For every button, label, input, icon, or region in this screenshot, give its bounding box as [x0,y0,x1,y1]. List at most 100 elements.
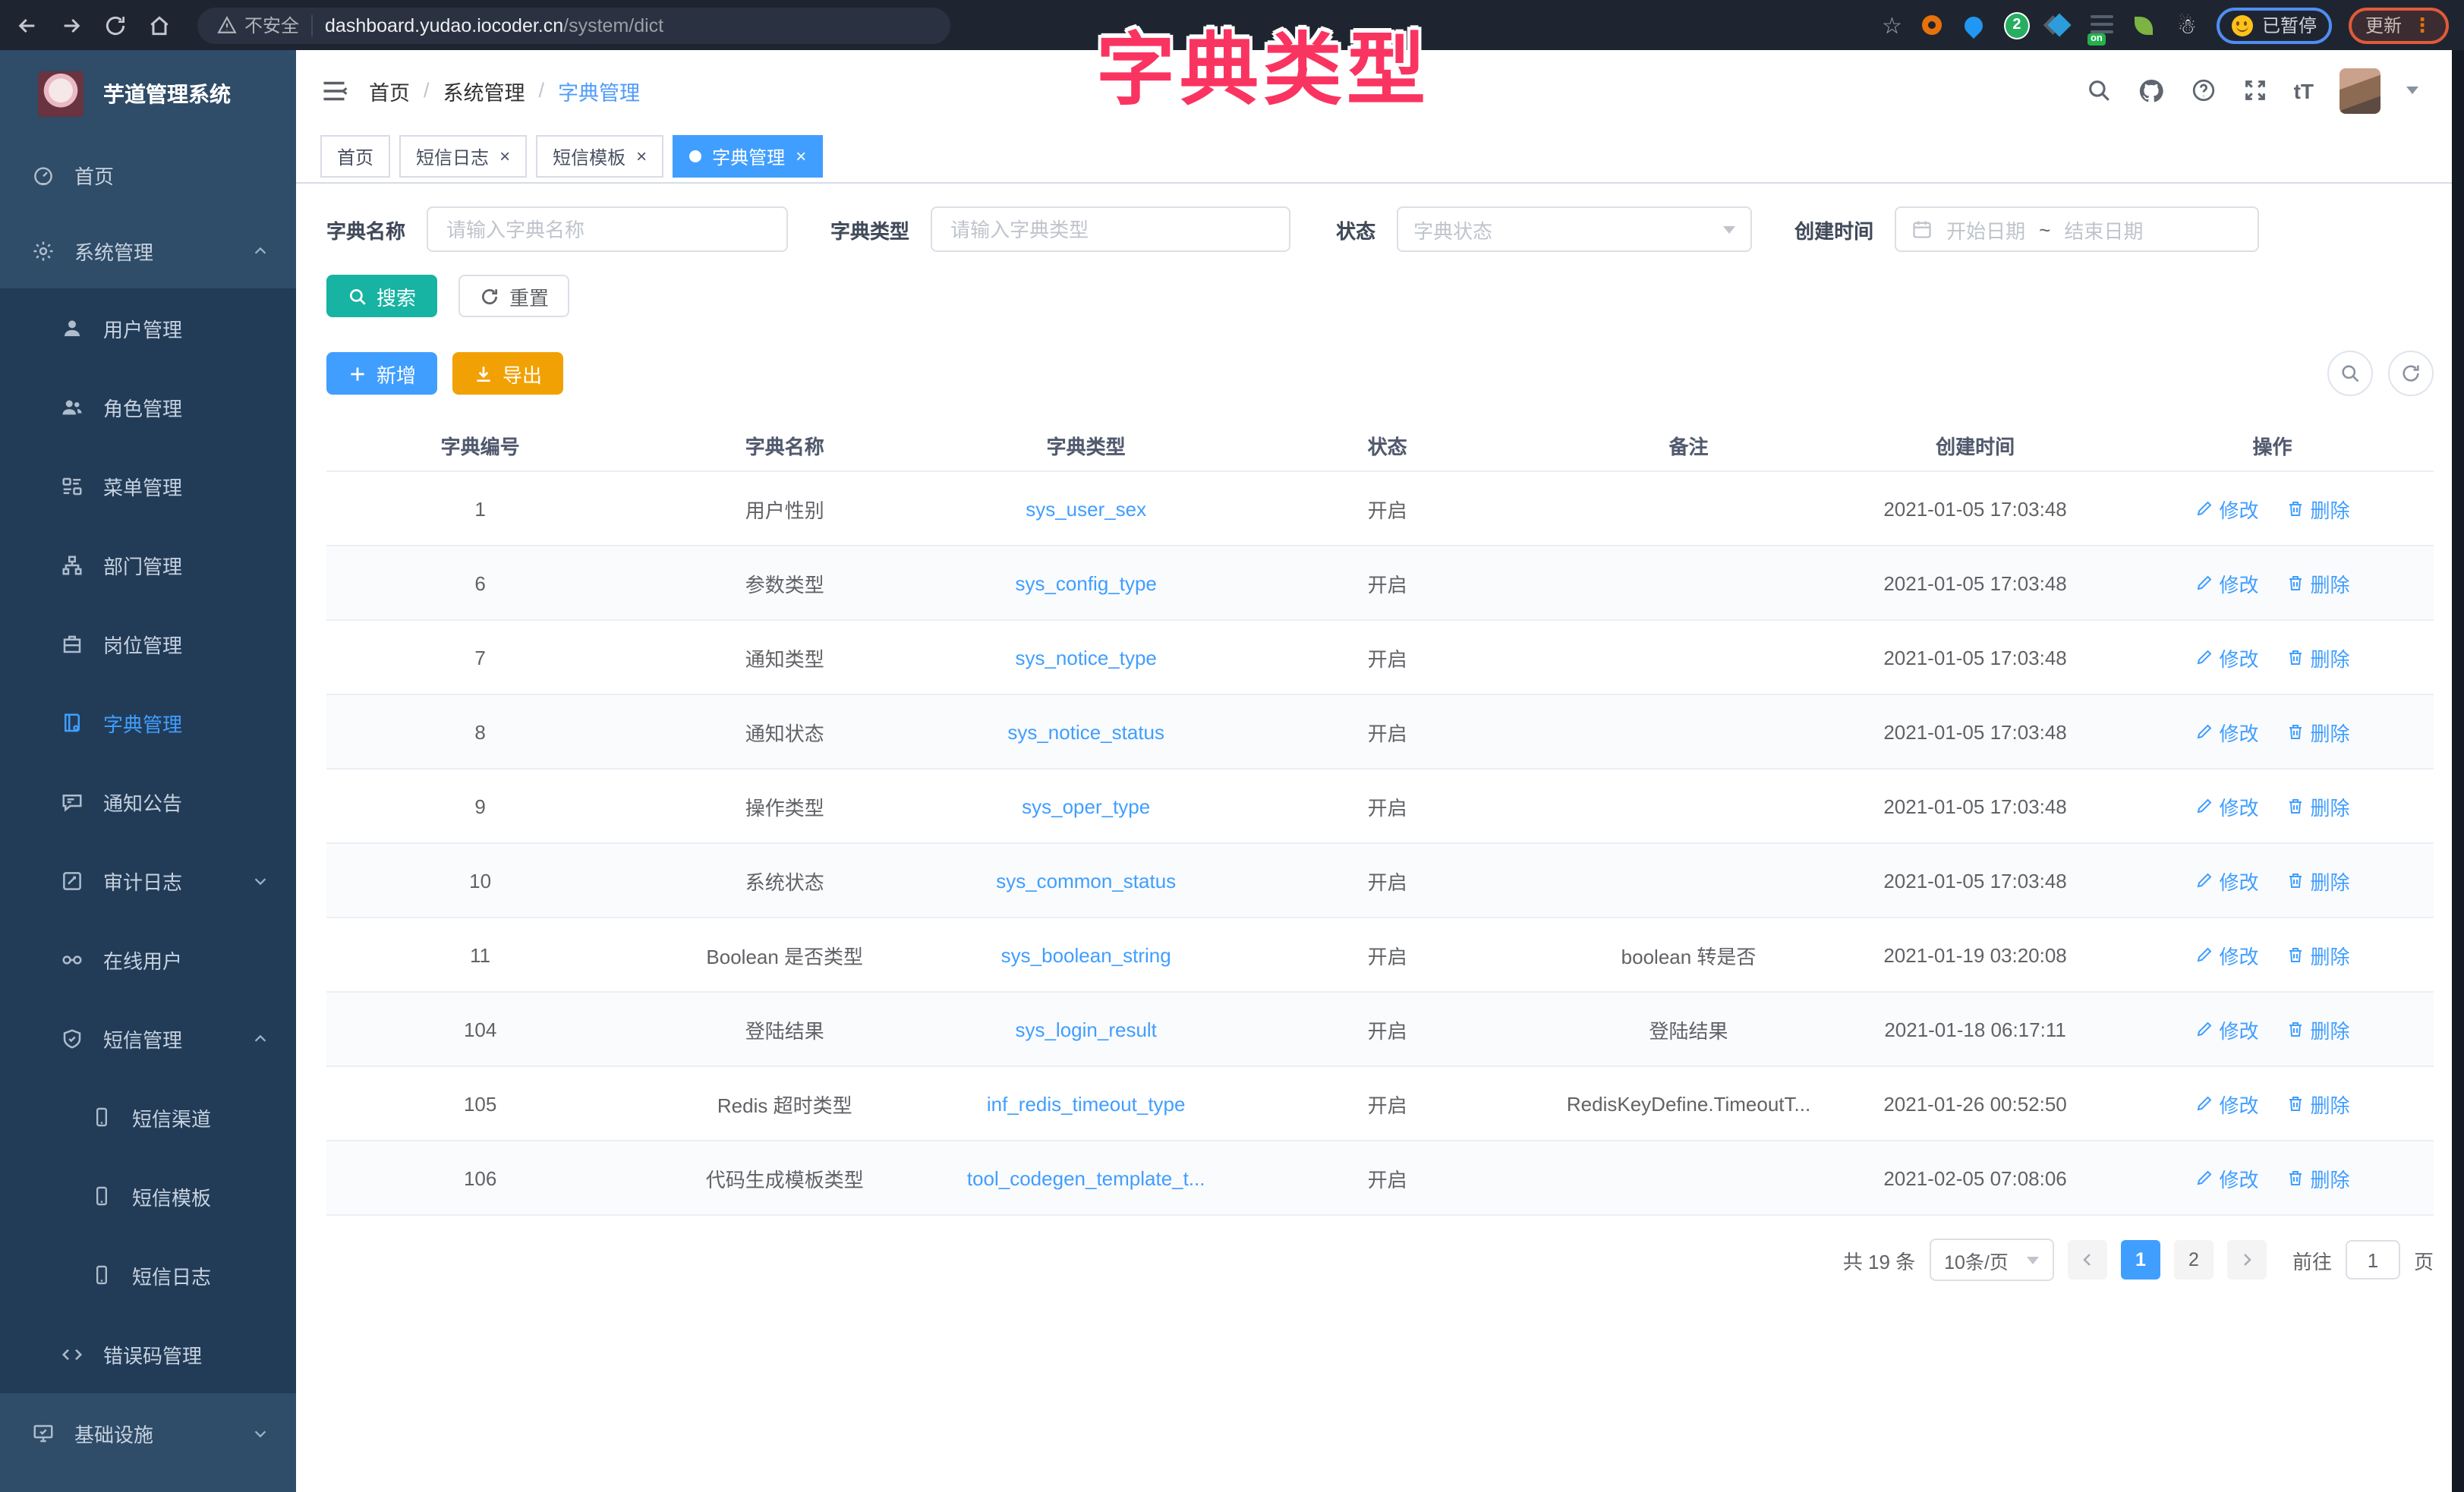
search-icon[interactable] [2086,77,2112,103]
app-logo-row[interactable]: 芋道管理系统 [0,50,296,137]
sidebar-item-menu-mgmt[interactable]: 菜单管理 [0,446,296,525]
page-button-2[interactable]: 2 [2174,1240,2214,1280]
close-tab-icon[interactable]: × [636,147,647,165]
breadcrumb-home[interactable]: 首页 [369,75,410,105]
add-button[interactable]: 新增 [326,352,437,395]
toggle-search-icon[interactable] [2327,351,2373,396]
edit-link[interactable]: 修改 [2195,568,2258,597]
sidebar-item-infrastructure[interactable]: 基础设施 [0,1393,296,1472]
date-range-picker[interactable]: 开始日期 ~ 结束日期 [1895,206,2259,252]
sidebar-item-audit-log[interactable]: 审计日志 [0,841,296,920]
user-icon [61,316,83,339]
delete-link[interactable]: 删除 [2286,1163,2349,1192]
dict-type-link[interactable]: sys_config_type [935,571,1237,594]
avatar-dropdown-caret-icon[interactable] [2406,87,2418,94]
dict-type-link[interactable]: inf_redis_timeout_type [935,1092,1237,1115]
delete-link[interactable]: 删除 [2286,792,2349,820]
font-size-icon[interactable]: tT [2294,78,2314,102]
search-button[interactable]: 搜索 [326,275,437,317]
tab-dict-mgmt[interactable]: 字典管理 × [673,135,823,178]
next-page-button[interactable] [2227,1240,2267,1280]
dict-type-link[interactable]: sys_oper_type [935,795,1237,817]
user-avatar[interactable] [2340,68,2381,113]
delete-link[interactable]: 删除 [2286,866,2349,895]
refresh-table-icon[interactable] [2388,351,2434,396]
dict-type-link[interactable]: tool_codegen_template_t... [935,1166,1237,1189]
close-tab-icon[interactable]: × [796,147,806,165]
extension-figure-icon[interactable]: ☃ [2174,12,2200,38]
delete-link[interactable]: 删除 [2286,1015,2349,1043]
sidebar-item-sms-channel[interactable]: 短信渠道 [0,1078,296,1157]
browser-menu-icon[interactable]: ⋮ [2412,13,2432,37]
dict-type-link[interactable]: sys_login_result [935,1018,1237,1040]
sidebar-item-sms-mgmt[interactable]: 短信管理 [0,999,296,1078]
edit-link[interactable]: 修改 [2195,866,2258,895]
delete-link[interactable]: 删除 [2286,643,2349,672]
sidebar-item-sms-template[interactable]: 短信模板 [0,1157,296,1235]
sidebar-item-notice[interactable]: 通知公告 [0,762,296,841]
edit-link[interactable]: 修改 [2195,940,2258,969]
sidebar-item-user-mgmt[interactable]: 用户管理 [0,288,296,367]
home-icon[interactable] [147,13,172,37]
extension-blue-drop-icon[interactable] [1961,12,1987,38]
dict-name-input[interactable] [427,206,788,252]
goto-page-input[interactable] [2346,1240,2400,1280]
sidebar-item-online-users[interactable]: 在线用户 [0,920,296,999]
status-value: 开启 [1237,1015,1538,1043]
extension-list-on-icon[interactable]: on [2089,12,2115,38]
export-button[interactable]: 导出 [452,352,563,395]
sidebar-item-home[interactable]: 首页 [0,137,296,212]
extension-diamond-icon[interactable] [2047,12,2072,38]
reload-icon[interactable] [103,13,128,37]
sidebar-item-system[interactable]: 系统管理 [0,212,296,288]
page-size-select[interactable]: 10条/页 [1929,1239,2054,1281]
edit-link[interactable]: 修改 [2195,494,2258,523]
delete-link[interactable]: 删除 [2286,494,2349,523]
sidebar-item-dept-mgmt[interactable]: 部门管理 [0,525,296,604]
reset-button[interactable]: 重置 [459,275,570,317]
dict-type-input[interactable] [931,206,1290,252]
bookmark-star-icon[interactable]: ☆ [1882,11,1902,39]
browser-update-button[interactable]: 更新 ⋮ [2349,7,2449,43]
dict-type-link[interactable]: sys_common_status [935,869,1237,892]
edit-link[interactable]: 修改 [2195,1089,2258,1118]
tab-home[interactable]: 首页 [320,135,390,178]
github-icon[interactable] [2138,77,2165,104]
delete-link[interactable]: 删除 [2286,1089,2349,1118]
sidebar-item-dict-mgmt[interactable]: 字典管理 [0,683,296,762]
collapse-sidebar-icon[interactable] [320,77,348,104]
fullscreen-icon[interactable] [2242,77,2268,103]
forward-icon[interactable] [59,13,83,37]
dict-type-link[interactable]: sys_notice_type [935,646,1237,669]
dict-type-link[interactable]: sys_user_sex [935,497,1237,520]
extension-orange-icon[interactable] [1919,12,1945,38]
tab-sms-template[interactable]: 短信模板 × [536,135,663,178]
edit-link[interactable]: 修改 [2195,643,2258,672]
edit-link[interactable]: 修改 [2195,1015,2258,1043]
extension-green-circle-icon[interactable]: 2 [2004,12,2030,38]
delete-link[interactable]: 删除 [2286,717,2349,746]
sidebar-item-error-code[interactable]: 错误码管理 [0,1314,296,1393]
dict-type-link[interactable]: sys_notice_status [935,720,1237,743]
sidebar-item-sms-log[interactable]: 短信日志 [0,1235,296,1314]
prev-page-button[interactable] [2068,1240,2107,1280]
extension-leaf-icon[interactable] [2132,12,2157,38]
sidebar-item-post-mgmt[interactable]: 岗位管理 [0,604,296,683]
delete-link[interactable]: 删除 [2286,940,2349,969]
tab-sms-log[interactable]: 短信日志 × [399,135,527,178]
status-select[interactable]: 字典状态 [1397,206,1752,252]
address-bar[interactable]: 不安全 dashboard.yudao.iocoder.cn/system/di… [197,7,950,43]
dict-type-link[interactable]: sys_boolean_string [935,943,1237,966]
online-users-icon [61,948,83,971]
edit-link[interactable]: 修改 [2195,1163,2258,1192]
page-button-1[interactable]: 1 [2121,1240,2160,1280]
edit-link[interactable]: 修改 [2195,717,2258,746]
sidebar-item-role-mgmt[interactable]: 角色管理 [0,367,296,446]
back-icon[interactable] [15,13,39,37]
breadcrumb-system[interactable]: 系统管理 [443,75,525,105]
delete-link[interactable]: 删除 [2286,568,2349,597]
paused-extension-pill[interactable]: 已暂停 [2217,7,2332,43]
edit-link[interactable]: 修改 [2195,792,2258,820]
close-tab-icon[interactable]: × [499,147,510,165]
help-icon[interactable] [2191,77,2217,103]
